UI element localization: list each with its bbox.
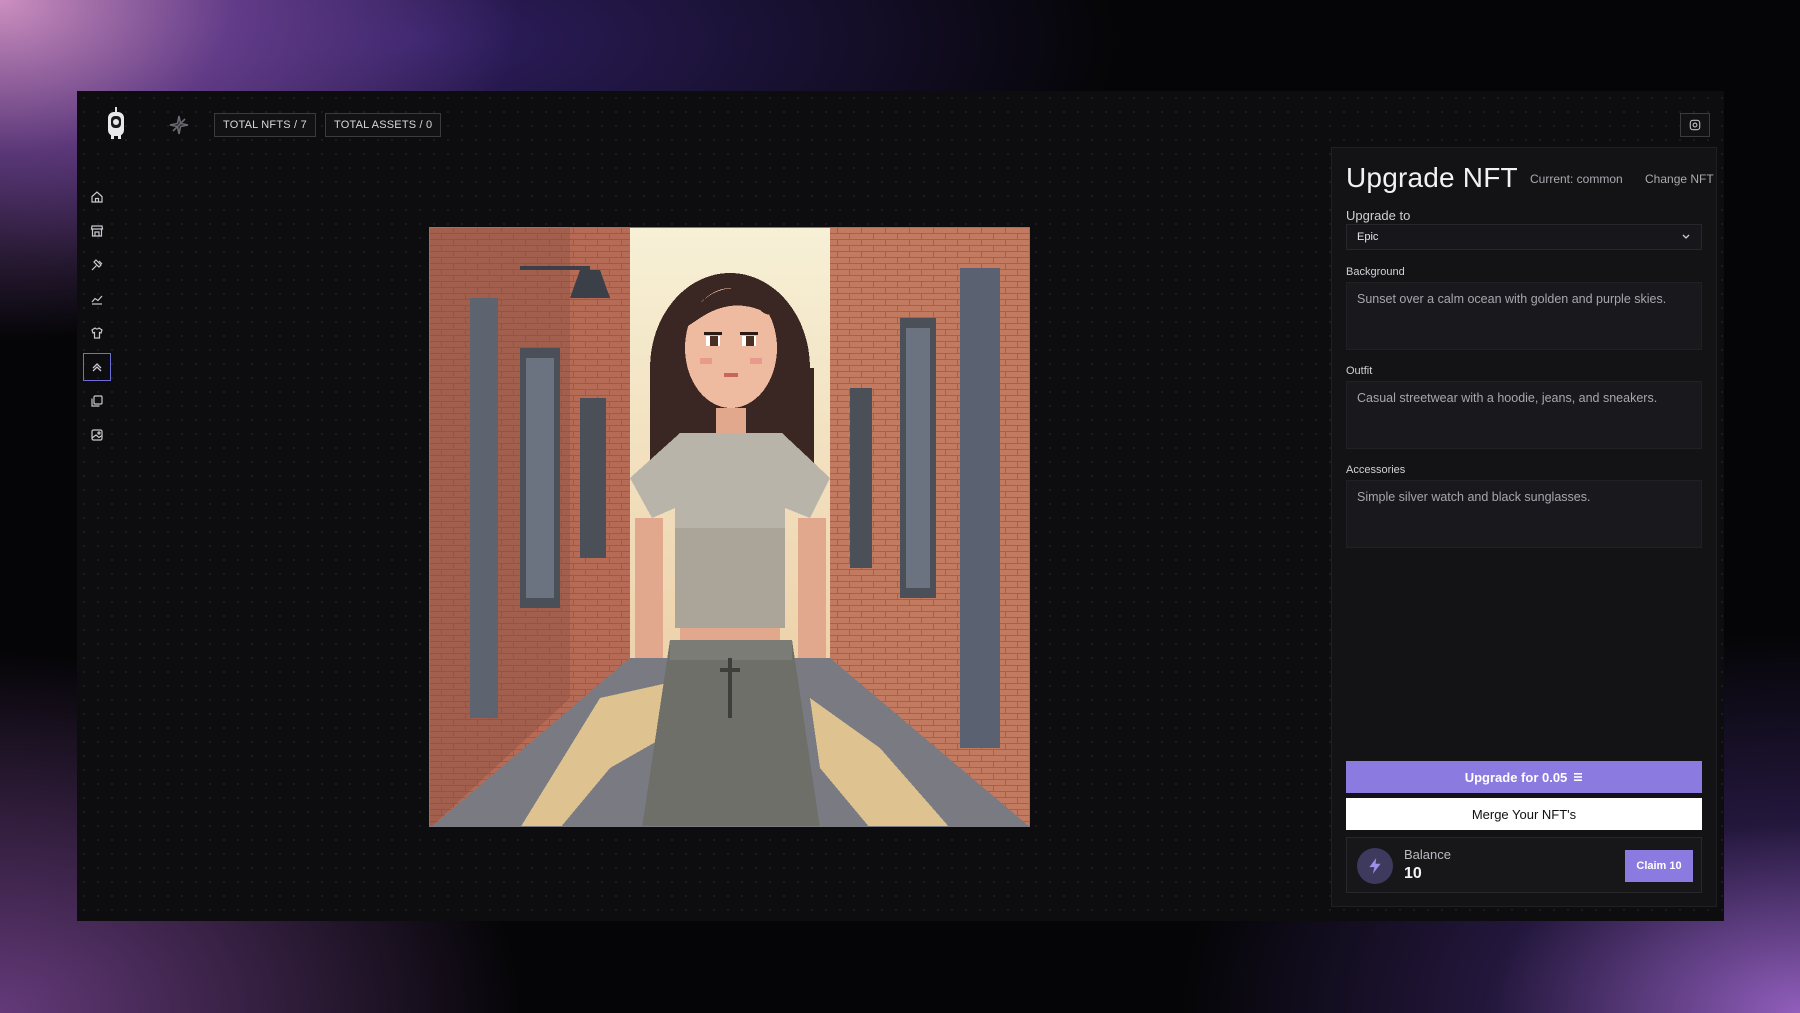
upgrade-button-label: Upgrade for 0.05: [1464, 769, 1568, 785]
sidebar-item-wardrobe[interactable]: [83, 319, 111, 347]
sparkle-icon[interactable]: [169, 115, 189, 135]
current-rarity-label: Current: common: [1530, 172, 1623, 186]
nft-preview-image: [429, 227, 1030, 827]
app-window: TOTAL NFTS / 7 TOTAL ASSETS / 0 Upgrade …: [77, 91, 1724, 921]
upgrade-to-label: Upgrade to: [1346, 208, 1411, 223]
sidebar-item-store[interactable]: [83, 217, 111, 245]
upgrade-panel: Upgrade NFT Current: common Change NFT U…: [1331, 147, 1717, 907]
settings-button[interactable]: [1680, 113, 1710, 137]
total-nfts-badge: TOTAL NFTS / 7: [214, 113, 316, 137]
hammer-icon: [91, 259, 103, 271]
change-nft-link[interactable]: Change NFT: [1645, 172, 1714, 186]
lightning-icon: [1357, 848, 1393, 884]
store-icon: [90, 225, 104, 237]
shirt-icon: [91, 327, 103, 339]
logo-icon[interactable]: [105, 107, 127, 143]
total-assets-badge: TOTAL ASSETS / 0: [325, 113, 442, 137]
panel-title: Upgrade NFT: [1346, 162, 1518, 193]
sidebar-item-forge[interactable]: [83, 251, 111, 279]
accessories-textarea[interactable]: Simple silver watch and black sunglasses…: [1346, 480, 1702, 548]
balance-label: Balance: [1404, 847, 1451, 862]
chevron-down-icon: [1681, 226, 1691, 248]
sidebar: [83, 183, 111, 455]
chart-icon: [91, 295, 103, 305]
upgrade-icon: [92, 363, 102, 372]
image-gallery-icon: [91, 429, 103, 441]
sidebar-item-home[interactable]: [83, 183, 111, 211]
upgrade-to-select[interactable]: Epic: [1346, 224, 1702, 250]
background-label: Background: [1346, 266, 1405, 278]
balance-card: Balance 10 Claim 10: [1346, 837, 1702, 893]
merge-nfts-button[interactable]: Merge Your NFT's: [1346, 798, 1702, 830]
settings-icon: [1689, 119, 1701, 131]
outfit-textarea[interactable]: Casual streetwear with a hoodie, jeans, …: [1346, 381, 1702, 449]
upgrade-button[interactable]: Upgrade for 0.05: [1346, 761, 1702, 793]
sidebar-item-upgrade[interactable]: [83, 353, 111, 381]
claim-button[interactable]: Claim 10: [1625, 850, 1693, 882]
layers-icon: [91, 395, 103, 407]
home-icon: [91, 191, 103, 203]
sidebar-item-stats[interactable]: [83, 285, 111, 313]
outfit-label: Outfit: [1346, 365, 1373, 377]
balance-value: 10: [1404, 865, 1422, 882]
upgrade-to-value: Epic: [1357, 231, 1379, 243]
sidebar-item-collection[interactable]: [83, 387, 111, 415]
background-textarea[interactable]: Sunset over a calm ocean with golden and…: [1346, 282, 1702, 350]
sidebar-item-gallery[interactable]: [83, 421, 111, 449]
accessories-label: Accessories: [1346, 464, 1406, 476]
eth-icon: [1574, 773, 1583, 781]
